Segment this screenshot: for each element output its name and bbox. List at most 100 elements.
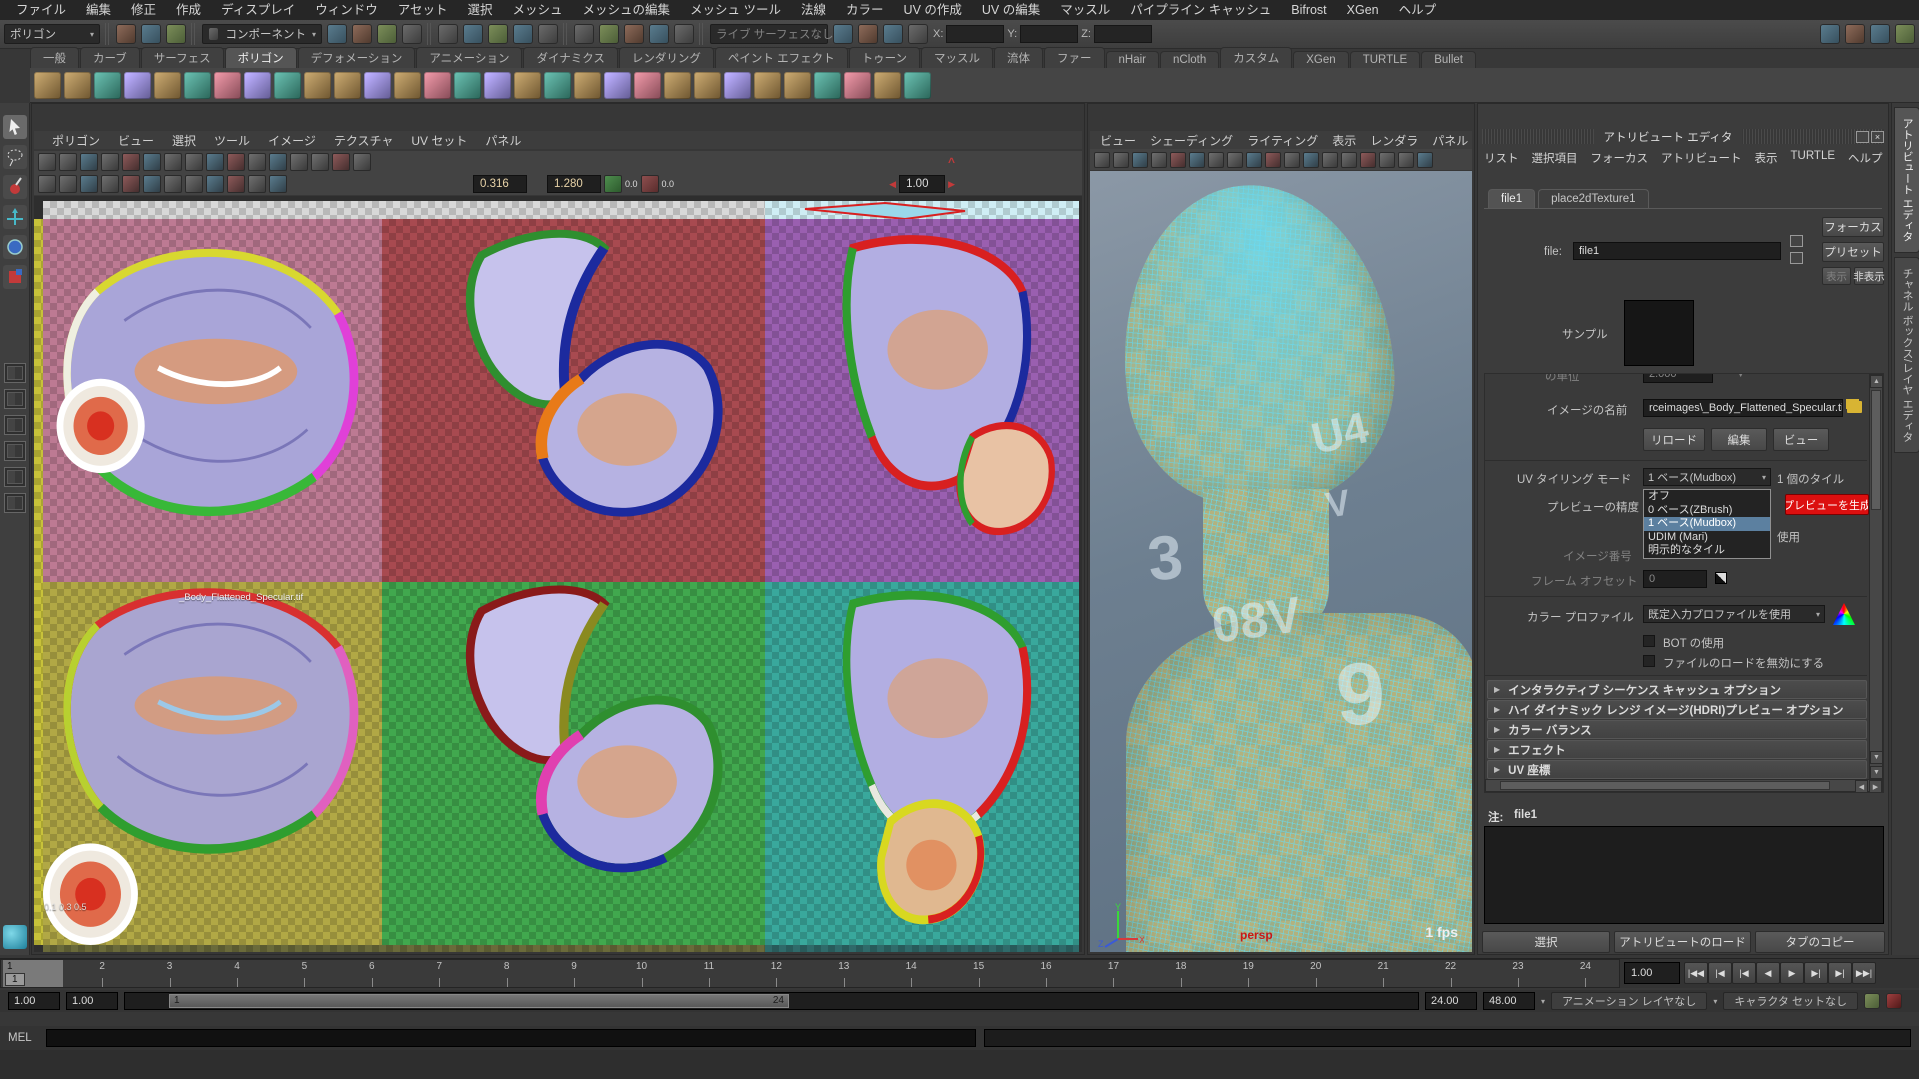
dropdown-option[interactable]: UDIM (Mari) <box>1644 531 1770 545</box>
uv-toolbar-icon[interactable] <box>101 153 119 171</box>
rotate-cw-icon[interactable] <box>641 175 659 193</box>
node-tab[interactable]: file1 <box>1488 189 1535 208</box>
uv-zoom-field[interactable]: 1.00 <box>899 175 945 193</box>
uv-toolbar-icon[interactable] <box>290 153 308 171</box>
command-language-toggle[interactable]: MEL <box>8 1032 38 1044</box>
restore-window-icon[interactable] <box>1856 131 1869 143</box>
timeline-frame[interactable]: 8 <box>473 960 540 987</box>
menu-item[interactable]: カラー <box>836 0 894 20</box>
menu-item[interactable]: メッシュ <box>503 0 573 20</box>
chevron-down-icon[interactable]: ▾ <box>1541 997 1545 1006</box>
scene-file-icon[interactable] <box>116 24 136 44</box>
viewport-menu-item[interactable]: ビュー <box>1094 132 1142 149</box>
move-tool[interactable] <box>3 205 27 229</box>
select-tool[interactable] <box>3 115 27 139</box>
menu-item[interactable]: 修正 <box>121 0 166 20</box>
command-input[interactable] <box>46 1029 976 1047</box>
current-time-field[interactable]: 1.00 <box>1624 962 1680 984</box>
selection-mask-icon[interactable] <box>377 24 397 44</box>
scroll-right-icon[interactable]: ▶ <box>1869 780 1882 793</box>
shelf-tab[interactable]: サーフェス <box>141 47 224 68</box>
shelf-tab[interactable]: カーブ <box>80 47 140 68</box>
uv-toolbar-icon[interactable] <box>206 175 224 193</box>
shelf-tab[interactable]: 一般 <box>30 47 79 68</box>
y-input[interactable] <box>1020 25 1078 43</box>
timeline-track[interactable]: 123456789101112131415161718192021222324 <box>0 959 1620 988</box>
uv-menu-item[interactable]: 選択 <box>164 132 204 149</box>
uv-v-coordinate-field[interactable]: 1.280 <box>547 175 601 193</box>
timeline-frame[interactable]: 2 <box>68 960 135 987</box>
scroll-left-icon[interactable]: ◀ <box>1855 780 1868 793</box>
horizontal-scrollbar[interactable]: ◀ ▶ <box>1485 779 1883 792</box>
viewport-menu-item[interactable]: シェーディング <box>1144 132 1239 149</box>
render-icon[interactable] <box>1845 24 1865 44</box>
playback-button[interactable]: |◀ <box>1708 962 1732 984</box>
collapsed-section-header[interactable]: ▶ エフェクト <box>1487 740 1867 759</box>
shelf-tab[interactable]: レンダリング <box>619 47 714 68</box>
shelf-icon[interactable] <box>784 72 811 99</box>
uv-toolbar-icon[interactable] <box>311 153 329 171</box>
texture-sample-swatch[interactable] <box>1624 300 1694 366</box>
timeline-frame[interactable]: 3 <box>136 960 203 987</box>
focus-button[interactable]: フォーカス <box>1822 217 1884 237</box>
uv-menu-item[interactable]: ビュー <box>110 132 162 149</box>
dropdown-option[interactable]: 明示的なタイル <box>1644 544 1770 558</box>
generate-preview-button[interactable]: プレビューを生成 <box>1785 494 1869 515</box>
live-surface-field[interactable]: ライブ サーフェスなし <box>710 24 828 44</box>
torso-mesh[interactable] <box>1126 613 1472 952</box>
viewport-toolbar-icon[interactable] <box>1284 152 1300 168</box>
layout-persp-outliner[interactable] <box>4 415 26 435</box>
uv-shell[interactable] <box>43 582 382 945</box>
menu-item[interactable]: パイプライン キャッシュ <box>1120 0 1281 20</box>
uv-toolbar-icon[interactable] <box>185 153 203 171</box>
shelf-icon[interactable] <box>844 72 871 99</box>
attributes-scroll-area[interactable]: の単位 2.000 ▼ イメージの名前 rceimages\_Body_Flat… <box>1484 373 1884 793</box>
menu-item[interactable]: ファイル <box>6 0 76 20</box>
uv-toolbar-icon[interactable] <box>122 175 140 193</box>
viewport-toolbar-icon[interactable] <box>1303 152 1319 168</box>
uv-toolbar-icon[interactable] <box>248 153 266 171</box>
shelf-icon[interactable] <box>424 72 451 99</box>
timeline-frame[interactable]: 13 <box>810 960 877 987</box>
rotate-tool[interactable] <box>3 235 27 259</box>
range-start-handle[interactable]: 1 <box>174 995 180 1006</box>
shelf-icon[interactable] <box>364 72 391 99</box>
ae-menu-item[interactable]: ヘルプ <box>1848 150 1883 166</box>
timeline-frame[interactable]: 21 <box>1349 960 1416 987</box>
shelf-icon[interactable] <box>94 72 121 99</box>
menu-item[interactable]: メッシュの編集 <box>573 0 681 20</box>
viewport-toolbar-icon[interactable] <box>1360 152 1376 168</box>
shelf-tab[interactable]: nHair <box>1106 51 1159 68</box>
scroll-down-icon[interactable]: ▼ <box>1870 766 1883 779</box>
uv-toolbar-icon[interactable] <box>143 175 161 193</box>
timeline-frame[interactable]: 23 <box>1484 960 1551 987</box>
shelf-tab[interactable]: トゥーン <box>849 47 920 68</box>
shelf-icon[interactable] <box>634 72 661 99</box>
sidebar-vertical-tab[interactable]: アトリビュート エディタ <box>1894 107 1919 253</box>
layout-four-pane[interactable] <box>4 389 26 409</box>
head-mesh[interactable] <box>1107 172 1407 520</box>
paint-select-tool[interactable] <box>3 175 27 199</box>
connection-out-icon[interactable] <box>1790 235 1803 247</box>
shelf-tab[interactable]: ファー <box>1044 47 1105 68</box>
shelf-icon[interactable] <box>334 72 361 99</box>
edit-button[interactable]: 編集 <box>1711 428 1767 451</box>
menu-item[interactable]: ディスプレイ <box>211 0 305 20</box>
node-tab[interactable]: place2dTexture1 <box>1538 189 1648 208</box>
shelf-icon[interactable] <box>724 72 751 99</box>
shelf-icon[interactable] <box>154 72 181 99</box>
shelf-tab[interactable]: アニメーション <box>416 47 522 68</box>
uv-toolbar-icon[interactable] <box>164 153 182 171</box>
uv-toolbar-icon[interactable] <box>38 153 56 171</box>
animation-preferences-icon[interactable] <box>1886 993 1902 1009</box>
bot-checkbox[interactable] <box>1643 635 1655 647</box>
uv-menu-item[interactable]: イメージ <box>260 132 324 149</box>
menu-set-selector[interactable]: ポリゴン▾ <box>4 24 100 44</box>
ae-menu-item[interactable]: フォーカス <box>1591 150 1649 166</box>
construction-icon[interactable] <box>833 24 853 44</box>
history-icon[interactable] <box>674 24 694 44</box>
dropdown-option[interactable]: 1 ベース(Mudbox) <box>1644 517 1770 531</box>
maya-logo-icon[interactable] <box>3 925 27 949</box>
menu-item[interactable]: アセット <box>388 0 458 20</box>
uv-toolbar-icon[interactable] <box>185 175 203 193</box>
